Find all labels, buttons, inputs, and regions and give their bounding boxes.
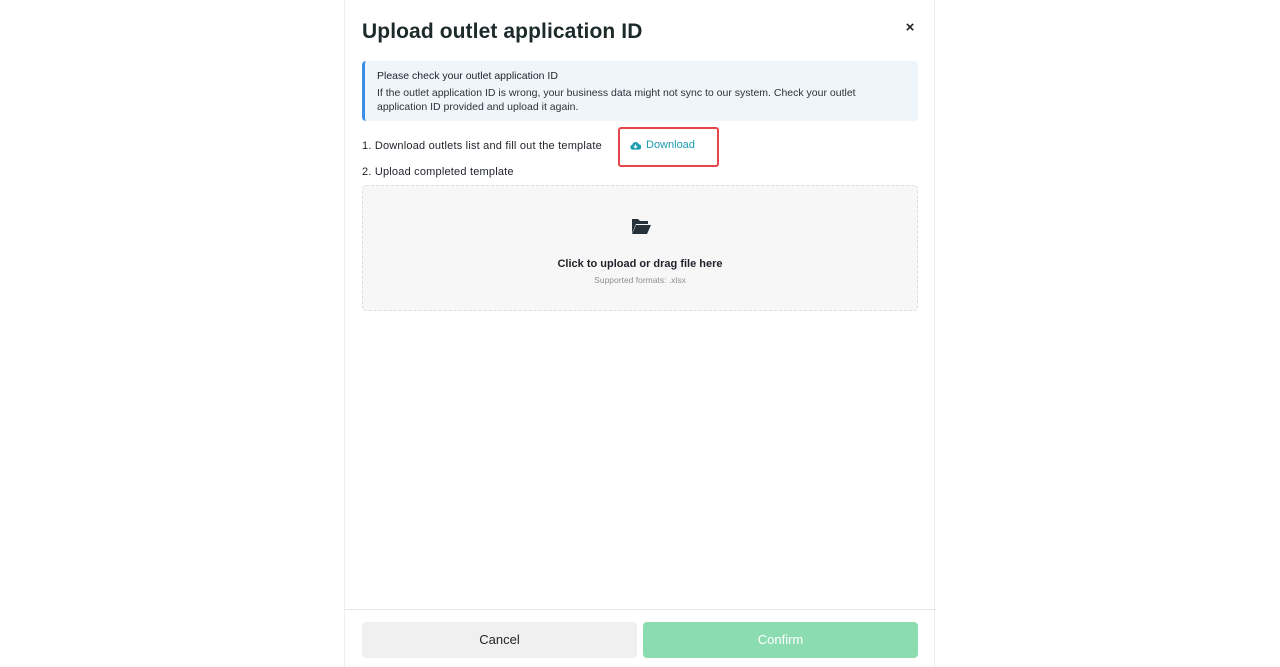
dialog-title: Upload outlet application ID (362, 20, 643, 43)
upload-title: Click to upload or drag file here (557, 258, 723, 270)
info-notice: Please check your outlet application ID … (362, 61, 918, 121)
step-1-text: 1. Download outlets list and fill out th… (362, 140, 602, 152)
close-icon[interactable]: × (900, 19, 920, 39)
download-link[interactable]: Download (630, 139, 695, 151)
upload-dialog: Upload outlet application ID × Please ch… (344, 0, 936, 667)
footer-divider (345, 609, 936, 610)
download-highlight-box: Download (618, 127, 719, 167)
download-label: Download (646, 139, 695, 151)
upload-dropzone[interactable]: Click to upload or drag file here Suppor… (362, 185, 918, 311)
confirm-button[interactable]: Confirm (643, 622, 918, 658)
notice-body: If the outlet application ID is wrong, y… (377, 87, 856, 113)
cancel-button[interactable]: Cancel (362, 622, 637, 658)
cloud-download-icon (630, 141, 641, 150)
step-2-text: 2. Upload completed template (362, 166, 514, 178)
folder-open-icon (632, 219, 651, 234)
upload-formats: Supported formats: .xlsx (594, 275, 686, 285)
notice-title: Please check your outlet application ID (377, 70, 558, 82)
